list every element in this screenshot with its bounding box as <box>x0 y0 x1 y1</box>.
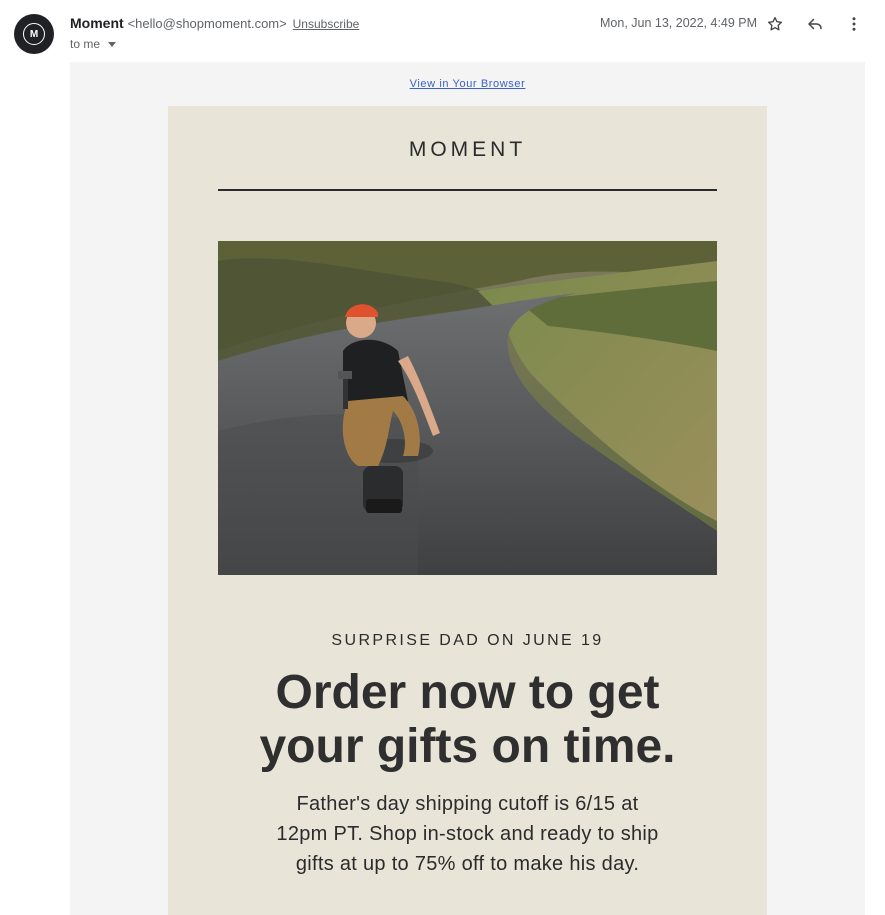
headline-line: your gifts on time. <box>259 720 676 773</box>
reply-icon[interactable] <box>804 13 826 35</box>
sender-name[interactable]: Moment <box>70 15 124 31</box>
chevron-down-icon[interactable] <box>108 41 117 47</box>
email-body: View in Your Browser MOMENT SURPRISE DAD… <box>70 62 865 915</box>
headline: Order now to get your gifts on time. <box>168 666 767 774</box>
star-icon[interactable] <box>764 13 786 35</box>
sender-line: Moment <hello@shopmoment.com> Unsubscrib… <box>70 15 359 31</box>
brand-logo[interactable]: MOMENT <box>168 138 767 162</box>
recipient-label: to me <box>70 37 101 51</box>
view-in-browser-link[interactable]: View in Your Browser <box>70 78 865 90</box>
sender-email: <hello@shopmoment.com> <box>127 16 287 31</box>
headline-line: Order now to get <box>275 666 660 719</box>
sender-avatar[interactable]: M <box>14 14 54 54</box>
divider <box>218 189 717 191</box>
email-date: Mon, Jun 13, 2022, 4:49 PM <box>600 16 758 30</box>
eyebrow-text: SURPRISE DAD ON JUNE 19 <box>331 632 604 649</box>
hero-image[interactable] <box>218 241 717 575</box>
email-card: MOMENT SURPRISE DAD ON JUNE 19 Order now… <box>168 106 767 915</box>
more-vert-icon[interactable] <box>843 13 865 35</box>
body-copy: Father's day shipping cutoff is 6/15 at … <box>276 793 659 875</box>
recipient-toggle[interactable]: to me <box>70 37 117 51</box>
unsubscribe-link[interactable]: Unsubscribe <box>293 17 360 31</box>
moment-logo-icon: M <box>23 23 45 45</box>
